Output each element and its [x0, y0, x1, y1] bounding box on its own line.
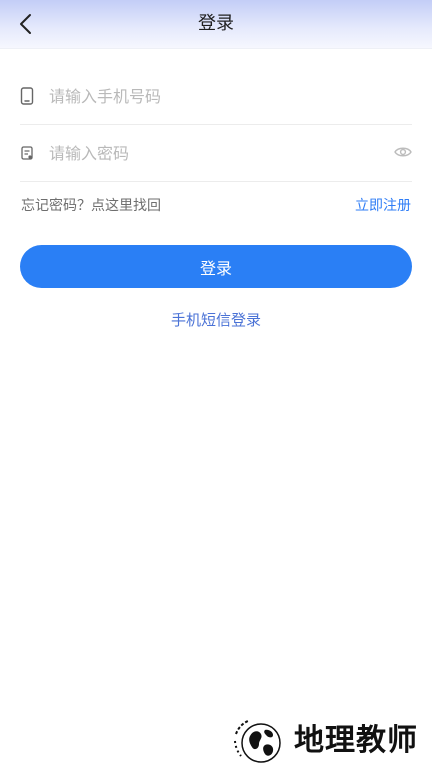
login-button[interactable]: 登录 — [20, 245, 412, 288]
password-field — [20, 124, 412, 182]
password-input[interactable] — [49, 140, 369, 166]
eye-icon — [394, 147, 412, 157]
phone-field — [20, 67, 412, 125]
phone-icon — [20, 87, 34, 105]
register-link[interactable]: 立即注册 — [355, 196, 411, 216]
sms-login-link[interactable]: 手机短信登录 — [171, 311, 261, 329]
phone-input[interactable] — [49, 83, 369, 109]
password-icon — [21, 146, 33, 160]
app-header: 登录 — [0, 0, 432, 49]
watermark: 地理教师 — [232, 716, 428, 766]
password-visibility-toggle[interactable] — [394, 144, 412, 158]
forgot-password-link[interactable]: 忘记密码？点这里找回 — [21, 196, 161, 216]
page-title: 登录 — [198, 13, 234, 34]
watermark-text: 地理教师 — [294, 723, 418, 758]
globe-logo-icon — [234, 720, 281, 763]
sms-login-row: 手机短信登录 — [0, 310, 432, 330]
